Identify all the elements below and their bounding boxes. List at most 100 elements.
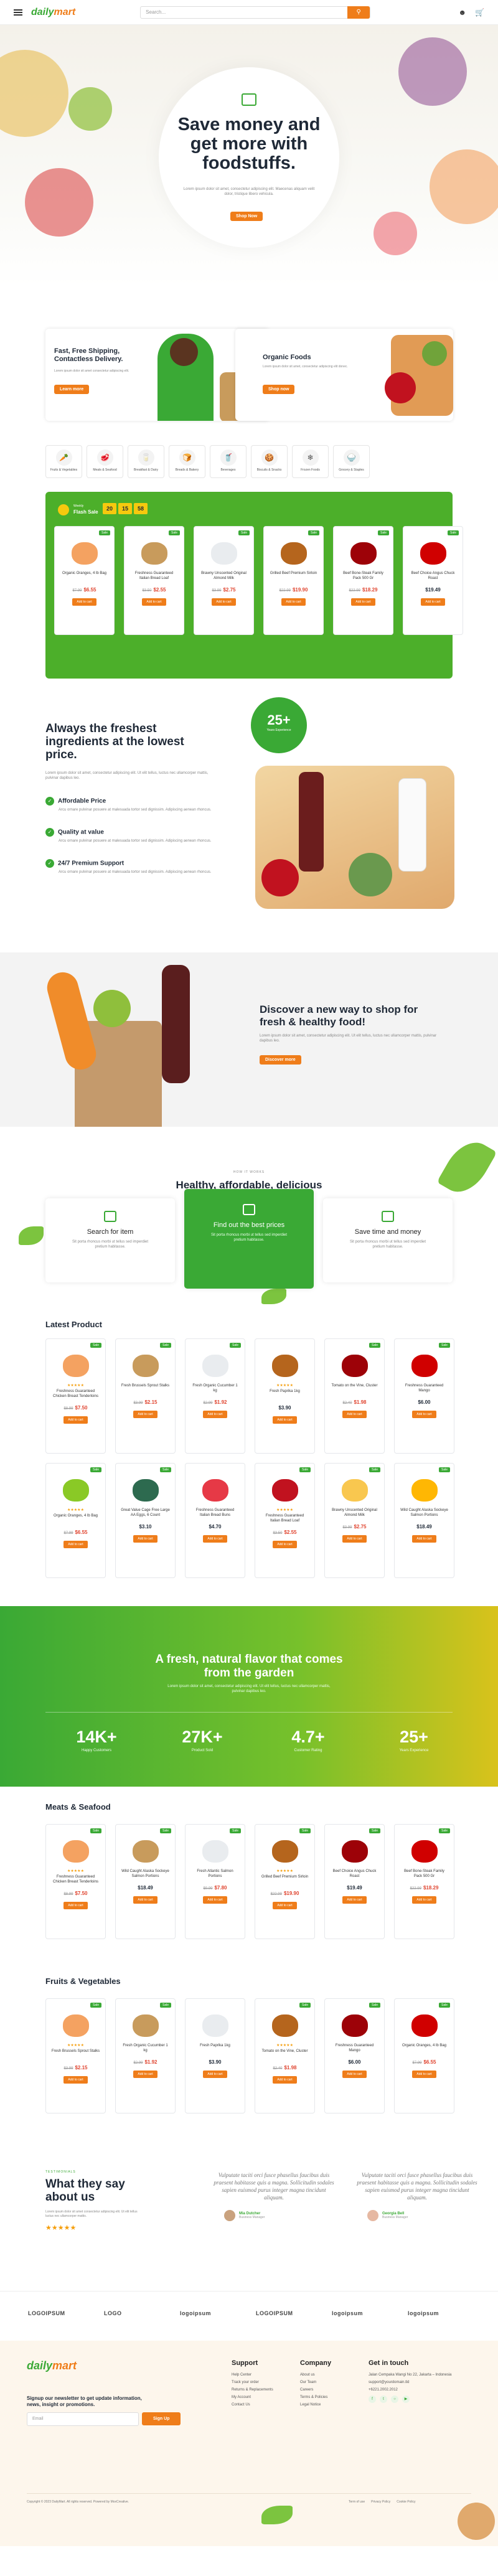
product-card[interactable]: Sale Fresh Organic Cucumber 1 kg $2.99 $1.9… — [185, 1338, 245, 1454]
add-to-cart-button[interactable]: Add to cart — [203, 1896, 227, 1904]
add-to-cart-button[interactable]: Add to cart — [133, 2071, 157, 2078]
category-item[interactable]: 🥩 Meats & Seafood — [87, 445, 123, 478]
product-name[interactable]: Beef Choice Angus Chuck Roast — [403, 571, 463, 587]
add-to-cart-button[interactable]: Add to cart — [273, 1541, 297, 1548]
instagram-icon[interactable]: ○ — [391, 2395, 398, 2403]
product-card[interactable]: Sale ★★★★★ Freshness Guaranteed Chicken Br… — [45, 1338, 106, 1454]
product-card[interactable]: Sale Brawny Unscented Original Almond Mil… — [324, 1463, 385, 1578]
how-card[interactable]: Save time and money Sit porta rhoncus mor… — [323, 1198, 453, 1282]
user-icon[interactable]: ☻ — [458, 8, 466, 17]
product-name[interactable]: Fresh Paprika 1kg — [186, 2043, 245, 2059]
product-name[interactable]: Beef Choice Angus Chuck Roast — [325, 1869, 384, 1885]
category-item[interactable]: 🥤 Beverages — [210, 445, 247, 478]
product-card[interactable]: Sale Wild Caught Alaska Sockeye Salmon Po… — [394, 1463, 454, 1578]
add-to-cart-button[interactable]: Add to cart — [142, 598, 166, 606]
footer-link[interactable]: About us — [300, 2373, 331, 2377]
product-card[interactable]: Sale Beef Choice Angus Chuck Roast $19.49 A… — [324, 1824, 385, 1939]
add-to-cart-button[interactable]: Add to cart — [72, 598, 96, 606]
how-card[interactable]: Find out the best prices Sit porta rhoncu… — [184, 1189, 314, 1289]
add-to-cart-button[interactable]: Add to cart — [273, 2076, 297, 2084]
search-icon[interactable]: ⚲ — [347, 6, 370, 19]
footer-link[interactable]: Contact Us — [232, 2403, 273, 2407]
add-to-cart-button[interactable]: Add to cart — [133, 1411, 157, 1418]
legal-link[interactable]: Term of use — [349, 2500, 365, 2504]
category-item[interactable]: 🍚 Grocery & Staples — [333, 445, 370, 478]
product-name[interactable]: Wild Caught Alaska Sockeye Salmon Portio… — [116, 1869, 175, 1885]
product-card[interactable]: Fresh Paprika 1kg $3.90 Add to cart — [185, 1998, 245, 2113]
search-input[interactable]: Search... ⚲ — [140, 6, 371, 19]
add-to-cart-button[interactable]: Add to cart — [412, 2071, 436, 2078]
product-card[interactable]: Sale ★★★★★ Organic Oranges, 4 lb Bag $7.99 $… — [45, 1463, 106, 1578]
youtube-icon[interactable]: ▶ — [402, 2395, 410, 2403]
product-name[interactable]: Freshness Guaranteed Chicken Breast Tend… — [46, 1389, 105, 1405]
add-to-cart-button[interactable]: Add to cart — [203, 2071, 227, 2078]
add-to-cart-button[interactable]: Add to cart — [342, 1896, 367, 1904]
product-name[interactable]: Freshness Guaranteed Chicken Breast Tend… — [46, 1874, 105, 1891]
product-card[interactable]: Sale Freshness Guaranteed Italian Bread L… — [124, 526, 184, 635]
product-name[interactable]: Beef Bone-Steak Family Pack 500 Gr — [334, 571, 393, 587]
product-name[interactable]: Organic Oranges, 4 lb Bag — [55, 571, 114, 587]
product-card[interactable]: Sale Organic Oranges, 4 lb Bag $7.99 $6.55 A… — [394, 1998, 454, 2113]
add-to-cart-button[interactable]: Add to cart — [412, 1411, 436, 1418]
product-card[interactable]: Sale Beef Bone-Steak Family Pack 500 Gr $2… — [394, 1824, 454, 1939]
category-item[interactable]: ❄ Frozen Foods — [292, 445, 329, 478]
add-to-cart-button[interactable]: Add to cart — [203, 1535, 227, 1543]
product-card[interactable]: Sale ★★★★★ Freshness Guaranteed Chicken Br… — [45, 1824, 106, 1939]
category-item[interactable]: 🥕 Fruits & Vegetables — [45, 445, 82, 478]
add-to-cart-button[interactable]: Add to cart — [351, 598, 375, 606]
learn-more-button[interactable]: Learn more — [54, 385, 90, 394]
footer-link[interactable]: Our Team — [300, 2381, 331, 2384]
add-to-cart-button[interactable]: Add to cart — [212, 598, 236, 606]
add-to-cart-button[interactable]: Add to cart — [203, 1411, 227, 1418]
facebook-icon[interactable]: f — [369, 2395, 376, 2403]
footer-link[interactable]: Terms & Policies — [300, 2395, 331, 2399]
newsletter-email-input[interactable]: Email — [27, 2412, 139, 2426]
product-card[interactable]: Sale Fresh Organic Cucumber 1 kg $2.99 $1.9… — [115, 1998, 176, 2113]
product-name[interactable]: Freshness Guaranteed Italian Bread Buns — [186, 1508, 245, 1524]
product-card[interactable]: Sale ★★★★★ Grilled Beef Premium Sirloin $22… — [255, 1824, 315, 1939]
product-card[interactable]: Sale Freshness Guaranteed Mango $6.00 Add t… — [394, 1338, 454, 1454]
how-card[interactable]: Search for item Sit porta rhoncus morbi u… — [45, 1198, 175, 1282]
product-name[interactable]: Fresh Organic Cucumber 1 kg — [116, 2043, 175, 2059]
product-card[interactable]: Sale Beef Choice Angus Chuck Roast $19.49 A… — [403, 526, 463, 635]
add-to-cart-button[interactable]: Add to cart — [63, 1541, 88, 1548]
add-to-cart-button[interactable]: Add to cart — [421, 598, 445, 606]
product-name[interactable]: Fresh Paprika 1kg — [255, 1389, 314, 1405]
product-card[interactable]: Sale Great Value Cage Free Large AA Eggs,… — [115, 1463, 176, 1578]
add-to-cart-button[interactable]: Add to cart — [273, 1902, 297, 1909]
site-logo[interactable]: dailymart — [31, 7, 75, 18]
product-name[interactable]: Fresh Brussels Sprout Stalks — [116, 1383, 175, 1399]
add-to-cart-button[interactable]: Add to cart — [342, 1411, 367, 1418]
product-card[interactable]: Sale Wild Caught Alaska Sockeye Salmon Po… — [115, 1824, 176, 1939]
footer-link[interactable]: Track your order — [232, 2381, 273, 2384]
legal-link[interactable]: Cookie Policy — [397, 2500, 415, 2504]
product-name[interactable]: Tomato on the Vine, Cluster — [255, 2049, 314, 2065]
product-name[interactable]: Fresh Atlantic Salmon Portions — [186, 1869, 245, 1885]
footer-link[interactable]: Returns & Replacements — [232, 2388, 273, 2392]
add-to-cart-button[interactable]: Add to cart — [342, 2071, 367, 2078]
category-item[interactable]: 🥛 Breakfast & Dairy — [128, 445, 164, 478]
product-card[interactable]: Sale Organic Oranges, 4 lb Bag $7.99 $6.55 A… — [54, 526, 115, 635]
add-to-cart-button[interactable]: Add to cart — [63, 2076, 88, 2084]
product-card[interactable]: Sale Brawny Unscented Original Almond Mil… — [194, 526, 254, 635]
category-item[interactable]: 🍞 Breads & Bakery — [169, 445, 205, 478]
add-to-cart-button[interactable]: Add to cart — [281, 598, 306, 606]
product-card[interactable]: Sale ★★★★★ Freshness Guaranteed Italian Br… — [255, 1463, 315, 1578]
category-item[interactable]: 🍪 Biscuits & Snacks — [251, 445, 288, 478]
add-to-cart-button[interactable]: Add to cart — [133, 1535, 157, 1543]
product-name[interactable]: Great Value Cage Free Large AA Eggs, 6 C… — [116, 1508, 175, 1524]
footer-logo[interactable]: dailymart — [27, 2359, 77, 2372]
product-card[interactable]: Sale ★★★★★ Tomato on the Vine, Cluster $2.4… — [255, 1998, 315, 2113]
product-name[interactable]: Freshness Guaranteed Mango — [395, 1383, 454, 1399]
add-to-cart-button[interactable]: Add to cart — [133, 1896, 157, 1904]
product-name[interactable]: Freshness Guaranteed Italian Bread Loaf — [255, 1513, 314, 1530]
add-to-cart-button[interactable]: Add to cart — [412, 1896, 436, 1904]
product-card[interactable]: Freshness Guaranteed Italian Bread Buns $… — [185, 1463, 245, 1578]
cart-icon[interactable]: 🛒 — [475, 8, 484, 17]
product-card[interactable]: Sale Beef Bone-Steak Family Pack 500 Gr $2… — [333, 526, 393, 635]
product-name[interactable]: Grilled Beef Premium Sirloin — [264, 571, 323, 587]
product-name[interactable]: Freshness Guaranteed Italian Bread Loaf — [125, 571, 184, 587]
footer-link[interactable]: My Account — [232, 2395, 273, 2399]
add-to-cart-button[interactable]: Add to cart — [63, 1902, 88, 1909]
menu-icon[interactable] — [14, 9, 22, 16]
